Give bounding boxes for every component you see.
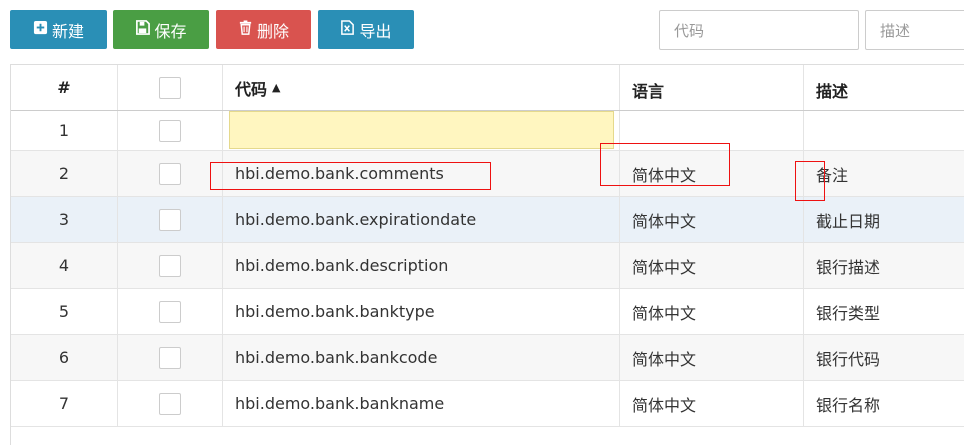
header-code-label: 代码 [235, 79, 268, 99]
code-cell[interactable]: hbi.demo.bank.comments [223, 151, 620, 196]
row-checkbox[interactable] [159, 346, 181, 369]
floppy-disk-icon [135, 20, 151, 39]
row-number: 7 [11, 381, 118, 426]
row-select-cell [118, 381, 223, 426]
table-row[interactable]: 3 hbi.demo.bank.expirationdate 简体中文 截止日期 [11, 197, 964, 243]
excel-file-icon [340, 20, 355, 39]
description-cell[interactable]: 银行类型 [804, 289, 964, 334]
new-button-label: 新建 [51, 21, 84, 41]
description-cell[interactable]: 备注 [804, 151, 964, 196]
delete-button[interactable]: 删除 [216, 10, 311, 49]
plus-square-icon [33, 20, 48, 39]
table-row[interactable]: 7 hbi.demo.bank.bankname 简体中文 银行名称 [11, 381, 964, 427]
description-search-input[interactable]: 描述 [865, 10, 964, 50]
description-cell[interactable]: 截止日期 [804, 197, 964, 242]
row-checkbox[interactable] [159, 300, 181, 323]
save-button[interactable]: 保存 [113, 10, 209, 49]
row-checkbox[interactable] [159, 119, 181, 142]
language-cell[interactable]: 简体中文 [620, 151, 804, 196]
row-number: 6 [11, 335, 118, 380]
save-button-label: 保存 [154, 21, 187, 41]
code-cell[interactable]: hbi.demo.bank.expirationdate [223, 197, 620, 242]
code-cell-editor[interactable] [229, 111, 614, 149]
language-cell[interactable]: 简体中文 [620, 335, 804, 380]
row-select-cell [118, 289, 223, 334]
export-button-label: 导出 [359, 21, 392, 41]
header-language[interactable]: 语言 [620, 65, 804, 110]
language-cell[interactable]: 简体中文 [620, 243, 804, 288]
row-checkbox[interactable] [159, 208, 181, 231]
row-number: 4 [11, 243, 118, 288]
code-search-placeholder: 代码 [674, 21, 705, 40]
delete-button-label: 删除 [256, 21, 289, 41]
export-button[interactable]: 导出 [318, 10, 414, 49]
row-select-cell [118, 111, 223, 150]
code-cell[interactable]: hbi.demo.bank.description [223, 243, 620, 288]
language-cell[interactable]: 简体中文 [620, 289, 804, 334]
row-checkbox[interactable] [159, 254, 181, 277]
header-code[interactable]: 代码 ▲ [223, 65, 620, 110]
row-checkbox[interactable] [159, 392, 181, 415]
sort-ascending-icon: ▲ [272, 81, 281, 94]
row-select-cell [118, 335, 223, 380]
description-cell[interactable] [804, 111, 964, 150]
code-search-input[interactable]: 代码 [659, 10, 859, 50]
language-cell[interactable]: 简体中文 [620, 381, 804, 426]
new-button[interactable]: 新建 [10, 10, 107, 49]
row-number: 5 [11, 289, 118, 334]
table-row[interactable]: 4 hbi.demo.bank.description 简体中文 银行描述 [11, 243, 964, 289]
description-search-placeholder: 描述 [880, 21, 911, 40]
table-row[interactable]: 5 hbi.demo.bank.banktype 简体中文 银行类型 [11, 289, 964, 335]
description-cell[interactable]: 银行名称 [804, 381, 964, 426]
trash-icon [238, 20, 253, 39]
row-number: 3 [11, 197, 118, 242]
row-number: 2 [11, 151, 118, 196]
description-cell[interactable]: 银行描述 [804, 243, 964, 288]
code-cell[interactable]: hbi.demo.bank.banktype [223, 289, 620, 334]
language-cell[interactable] [620, 111, 804, 150]
description-cell[interactable]: 银行代码 [804, 335, 964, 380]
row-checkbox[interactable] [159, 162, 181, 185]
table-row[interactable]: 6 hbi.demo.bank.bankcode 简体中文 银行代码 [11, 335, 964, 381]
header-description[interactable]: 描述 [804, 65, 964, 110]
language-cell[interactable]: 简体中文 [620, 197, 804, 242]
row-select-cell [118, 197, 223, 242]
code-cell[interactable]: hbi.demo.bank.bankname [223, 381, 620, 426]
table-header: # 代码 ▲ 语言 描述 [11, 65, 964, 111]
select-all-checkbox[interactable] [159, 76, 181, 99]
row-select-cell [118, 243, 223, 288]
data-grid: # 代码 ▲ 语言 描述 1 2 hbi.demo.bank.comments … [10, 64, 964, 445]
header-row-number: # [11, 65, 118, 110]
code-cell[interactable]: hbi.demo.bank.bankcode [223, 335, 620, 380]
table-row[interactable]: 2 hbi.demo.bank.comments 简体中文 备注 [11, 151, 964, 197]
header-select-cell [118, 65, 223, 110]
row-select-cell [118, 151, 223, 196]
row-number: 1 [11, 111, 118, 150]
